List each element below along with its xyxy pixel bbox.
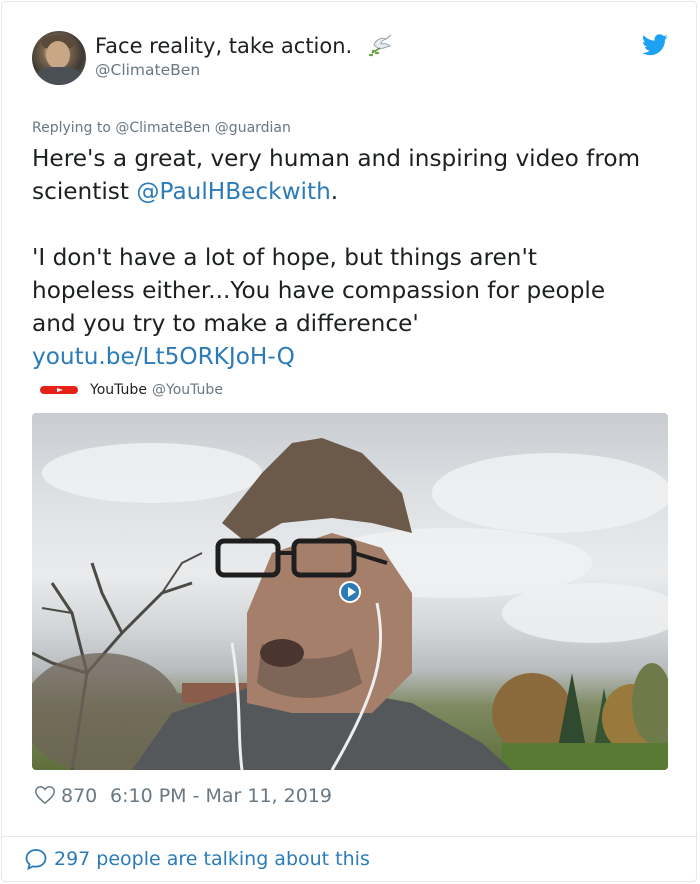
- avatar-face: [46, 41, 70, 69]
- talking-link[interactable]: 297 people are talking about this: [54, 848, 370, 870]
- heart-icon[interactable]: [34, 784, 56, 806]
- reply-context: Replying to @ClimateBen @guardian: [32, 120, 291, 136]
- video-link[interactable]: youtu.be/Lt5ORKJoH-Q: [32, 340, 672, 373]
- mention-link[interactable]: @PaulHBeckwith: [136, 178, 330, 205]
- display-name[interactable]: Face reality, take action.: [95, 34, 352, 58]
- like-count[interactable]: 870: [61, 785, 97, 807]
- tweet-line-1: Here's a great, very human and inspiring…: [32, 145, 641, 172]
- dove-with-olive-branch-icon: [368, 34, 392, 57]
- youtube-icon: [40, 386, 78, 394]
- tweet-line-4: hopeless either...You have compassion fo…: [32, 277, 606, 304]
- play-button[interactable]: [339, 581, 361, 603]
- tweet-text: Here's a great, very human and inspiring…: [32, 142, 672, 373]
- embed-source-name[interactable]: YouTube: [90, 382, 147, 398]
- tweet-line-5: and you try to make a difference': [32, 310, 419, 337]
- speech-bubble-icon: [25, 849, 47, 871]
- grass: [502, 743, 668, 770]
- tweet-line-2-suffix: .: [330, 178, 339, 205]
- timestamp[interactable]: 6:10 PM - Mar 11, 2019: [110, 785, 332, 807]
- reply-mentions[interactable]: @ClimateBen @guardian: [115, 120, 291, 136]
- twitter-bird-icon[interactable]: [642, 34, 668, 56]
- tweet-line-3: 'I don't have a lot of hope, but things …: [32, 244, 537, 271]
- author-handle[interactable]: @ClimateBen: [95, 61, 200, 79]
- reply-prefix: Replying to: [32, 120, 111, 136]
- divider: [2, 836, 698, 837]
- tweet-line-2: scientist @PaulHBeckwith.: [32, 175, 672, 208]
- avatar[interactable]: [32, 31, 86, 85]
- avatar-body: [36, 67, 82, 85]
- tweet-line-2-prefix: scientist: [32, 178, 137, 205]
- embed-source-handle[interactable]: @YouTube: [152, 382, 223, 398]
